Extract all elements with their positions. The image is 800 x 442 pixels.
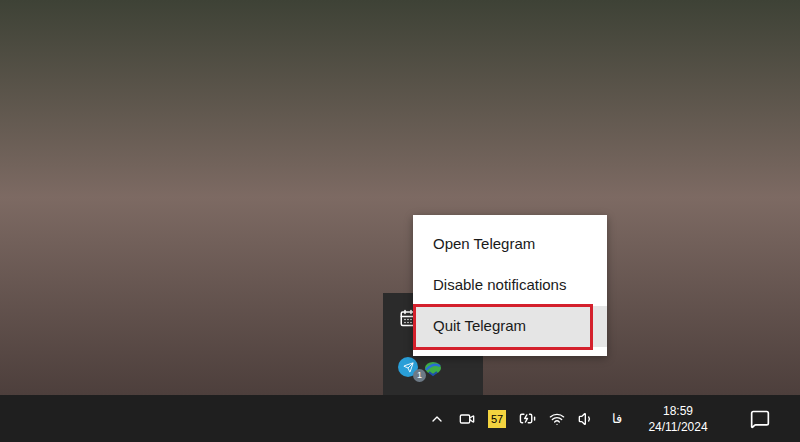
desktop: 57فا18:5924/11/20241Open TelegramDisable… xyxy=(0,0,800,442)
tray-badge[interactable]: 57 xyxy=(488,410,506,428)
telegram-badge: 1 xyxy=(413,369,426,382)
taskbar: 57 فا 18:5924/11/2024 xyxy=(0,395,800,442)
chevron-up-icon[interactable] xyxy=(429,411,445,427)
wifi-icon[interactable] xyxy=(549,411,565,427)
clock-time: 18:59 xyxy=(663,403,693,419)
language-indicator[interactable]: فا xyxy=(600,409,634,429)
battery-icon[interactable] xyxy=(519,410,536,427)
show-hidden-icons-button[interactable] xyxy=(422,411,452,427)
context-menu-item[interactable]: Quit Telegram xyxy=(413,306,607,347)
meet-now-icon[interactable] xyxy=(459,411,475,427)
clock-date: 24/11/2024 xyxy=(648,419,707,435)
context-menu-item[interactable]: Disable notifications xyxy=(413,265,607,306)
notifications-icon[interactable] xyxy=(750,409,770,429)
context-menu-item[interactable]: Open Telegram xyxy=(413,224,607,265)
annotation-highlight xyxy=(413,304,593,350)
context-menu: Open TelegramDisable notificationsQuit T… xyxy=(413,215,607,356)
telegram-icon[interactable]: 1 xyxy=(398,357,420,379)
volume-icon[interactable] xyxy=(578,411,594,427)
clock[interactable]: 18:5924/11/2024 xyxy=(640,403,716,435)
